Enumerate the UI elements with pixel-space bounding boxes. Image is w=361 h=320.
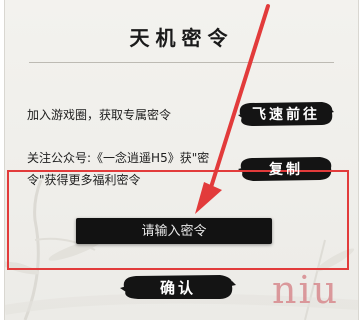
dialog-title: 天机密令 [129,26,234,50]
copy-button[interactable]: 复制 [238,155,334,183]
official-account-text: 关注公众号:《一念逍遥H5》获"密令"获得更多福利密令 [27,151,210,187]
go-now-label: 飞速前往 [252,107,320,123]
screen: 天机密令 加入游戏圈，获取专属密令 关注公众号:《一念逍遥H5》获"密令"获得更… [0,0,361,320]
watermark-text: niu [272,268,340,312]
confirm-button[interactable]: 确认 [120,272,236,302]
command-input[interactable] [76,217,272,245]
go-now-button[interactable]: 飞速前往 [238,100,334,128]
game-circle-text: 加入游戏圈，获取专属密令 [27,108,172,122]
copy-label: 复制 [269,162,303,178]
title-divider [29,62,334,63]
confirm-label: 确认 [159,278,196,297]
command-input-container[interactable] [76,217,272,245]
